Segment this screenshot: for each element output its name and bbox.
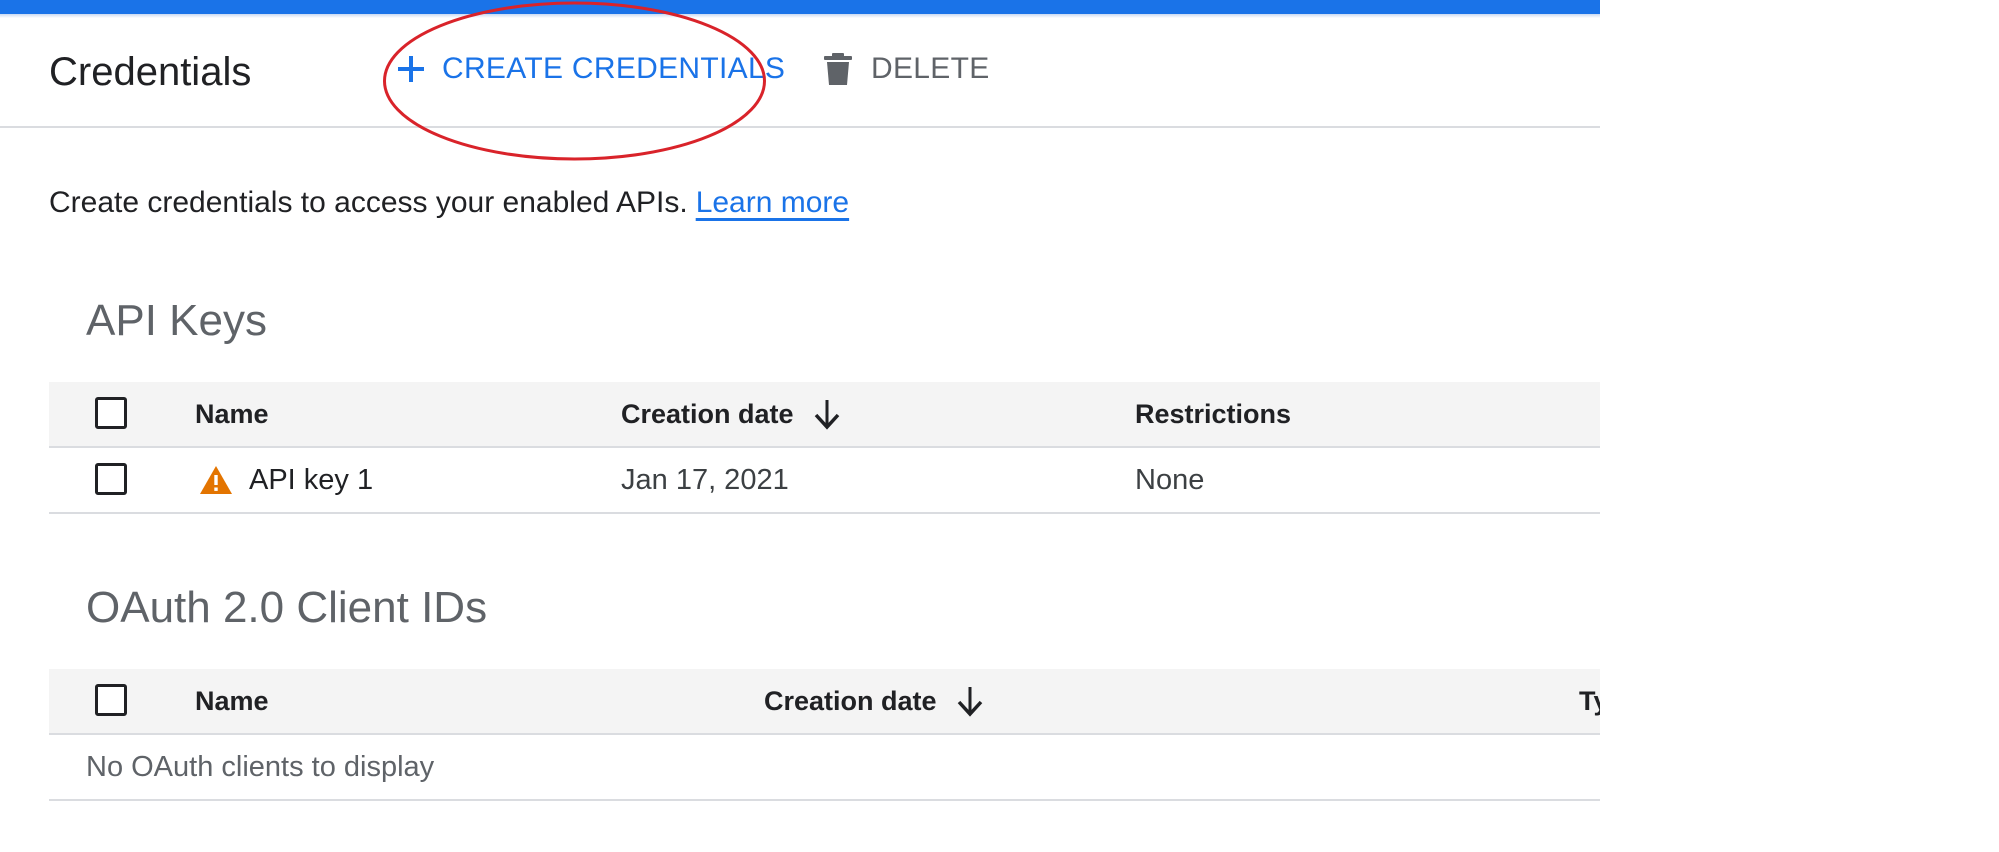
table-row[interactable]: API key 1 Jan 17, 2021 None — [49, 448, 1600, 514]
top-app-bar — [0, 0, 1600, 14]
column-header-creation-date[interactable]: Creation date — [621, 382, 842, 446]
column-header-name[interactable]: Name — [195, 382, 269, 446]
delete-label: DELETE — [871, 52, 990, 85]
select-all-oauth-checkbox[interactable] — [95, 684, 127, 716]
column-header-restrictions[interactable]: Restrictions — [1135, 382, 1291, 446]
column-header-type-label: Ty — [1579, 685, 1600, 716]
column-header-name-label: Name — [195, 398, 269, 429]
create-credentials-label: CREATE CREDENTIALS — [442, 52, 786, 85]
api-key-creation-date: Jan 17, 2021 — [621, 463, 789, 496]
oauth-table-header: Name Creation date Ty — [49, 669, 1600, 735]
api-keys-section-title: API Keys — [86, 296, 267, 345]
oauth-section-title: OAuth 2.0 Client IDs — [86, 583, 488, 632]
oauth-clients-table: Name Creation date Ty No OAuth clients t… — [49, 669, 1600, 801]
row-select-checkbox[interactable] — [95, 463, 127, 495]
page-header: Credentials CREATE CREDENTIALS DELETE — [0, 18, 1600, 128]
table-row: No OAuth clients to display — [49, 735, 1600, 801]
column-header-creation-date-label: Creation date — [764, 685, 937, 716]
trash-icon — [824, 53, 852, 85]
create-credentials-button[interactable]: CREATE CREDENTIALS — [396, 48, 785, 90]
column-header-name[interactable]: Name — [195, 669, 269, 733]
page-title: Credentials — [49, 50, 252, 94]
learn-more-link[interactable]: Learn more — [696, 186, 849, 219]
intro-text: Create credentials to access your enable… — [49, 186, 849, 220]
warning-icon — [200, 466, 232, 494]
arrow-down-icon — [957, 687, 982, 717]
api-key-restrictions: None — [1135, 463, 1205, 496]
empty-state-text: No OAuth clients to display — [86, 750, 435, 783]
column-header-creation-date[interactable]: Creation date — [764, 669, 985, 733]
api-keys-table-header: Name Creation date Restrictions — [49, 382, 1600, 448]
delete-button[interactable]: DELETE — [823, 48, 990, 90]
column-header-name-label: Name — [195, 685, 269, 716]
column-header-restrictions-label: Restrictions — [1135, 398, 1292, 429]
intro-description: Create credentials to access your enable… — [49, 186, 688, 219]
select-all-api-keys-checkbox[interactable] — [95, 397, 127, 429]
column-header-type[interactable]: Ty — [1579, 669, 1600, 733]
credentials-page: Credentials CREATE CREDENTIALS DELETE Cr… — [0, 0, 1600, 852]
column-header-creation-date-label: Creation date — [621, 398, 794, 429]
api-key-name-link[interactable]: API key 1 — [249, 464, 373, 497]
arrow-down-icon — [814, 400, 839, 430]
api-keys-table: Name Creation date Restrictions API key … — [49, 382, 1600, 514]
plus-icon — [398, 56, 424, 82]
api-key-name-cell: API key 1 — [199, 448, 373, 512]
